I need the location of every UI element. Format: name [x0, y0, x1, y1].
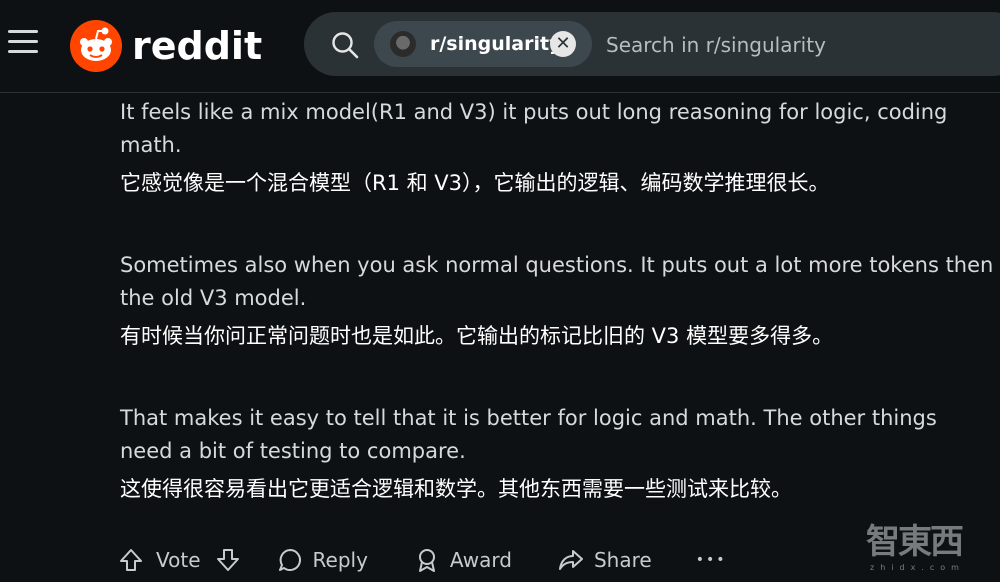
award-button[interactable]: Award: [414, 547, 512, 573]
paragraph-english: Sometimes also when you ask normal quest…: [120, 253, 994, 310]
search-bar[interactable]: r/singularity ✕: [304, 12, 1000, 76]
downvote-icon[interactable]: [215, 547, 241, 573]
comment-actions: Vote Reply Award Share •••: [118, 540, 726, 580]
paragraph-chinese: 有时候当你问正常问题时也是如此。它输出的标记比旧的 V3 模型要多得多。: [120, 324, 834, 348]
paragraph-chinese: 它感觉像是一个混合模型（R1 和 V3），它输出的逻辑、编码数学推理很长。: [120, 171, 830, 195]
search-icon[interactable]: [330, 30, 360, 60]
share-button[interactable]: Share: [558, 547, 652, 573]
reddit-snoo-icon: [70, 20, 122, 72]
watermark-logo: 智東西 zhidx.com: [866, 514, 986, 574]
subreddit-avatar: [390, 31, 416, 57]
subreddit-chip-label: r/singularity: [430, 33, 562, 55]
close-icon[interactable]: ✕: [550, 31, 576, 57]
comment-paragraph: Sometimes also when you ask normal quest…: [120, 249, 995, 351]
vote-label: Vote: [156, 548, 201, 572]
logo-wordmark: reddit: [132, 24, 263, 68]
menu-icon[interactable]: [8, 30, 38, 56]
subreddit-filter-chip[interactable]: r/singularity ✕: [374, 21, 592, 67]
comment-paragraph: It feels like a mix model(R1 and V3) it …: [120, 96, 995, 198]
watermark-subtext: zhidx.com: [870, 563, 965, 572]
award-icon: [418, 549, 435, 572]
share-icon: [558, 550, 583, 570]
watermark-text: 智東西: [866, 522, 964, 562]
comment-paragraph: That makes it easy to tell that it is be…: [120, 402, 995, 504]
paragraph-chinese: 这使得很容易看出它更适合逻辑和数学。其他东西需要一些测试来比较。: [120, 477, 792, 501]
reply-label: Reply: [312, 548, 368, 572]
reddit-logo[interactable]: reddit: [70, 20, 262, 72]
reply-button[interactable]: Reply: [277, 547, 368, 573]
award-label: Award: [449, 548, 512, 572]
search-input[interactable]: [604, 30, 988, 60]
upvote-icon[interactable]: [118, 547, 144, 573]
more-options-icon[interactable]: •••: [696, 552, 727, 568]
header-divider: [0, 92, 1000, 93]
share-label: Share: [593, 548, 652, 572]
vote-control: Vote: [118, 547, 241, 573]
top-bar: reddit r/singularity ✕: [0, 0, 1000, 92]
comment-bubble-icon: [278, 549, 301, 571]
paragraph-english: It feels like a mix model(R1 and V3) it …: [120, 100, 948, 157]
paragraph-english: That makes it easy to tell that it is be…: [120, 406, 937, 463]
